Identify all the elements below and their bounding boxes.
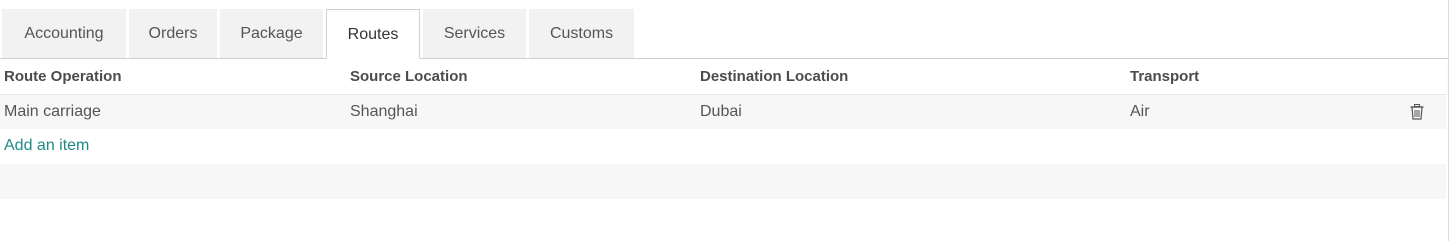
empty-row	[0, 164, 1446, 199]
cell-transport[interactable]: Air	[1130, 103, 1150, 121]
add-item-row: Add an item	[0, 129, 1446, 164]
tab-customs[interactable]: Customs	[529, 9, 634, 58]
tab-package[interactable]: Package	[220, 9, 323, 58]
table-row[interactable]: Main carriage Shanghai Dubai Air	[0, 95, 1446, 129]
column-header-transport[interactable]: Transport	[1130, 68, 1199, 85]
cell-destination-location[interactable]: Dubai	[700, 103, 742, 121]
add-item-link[interactable]: Add an item	[4, 137, 89, 155]
column-header-destination-location[interactable]: Destination Location	[700, 68, 848, 85]
tab-services[interactable]: Services	[423, 9, 526, 58]
tab-orders[interactable]: Orders	[129, 9, 217, 58]
tab-accounting[interactable]: Accounting	[2, 9, 126, 58]
table-header: Route Operation Source Location Destinat…	[0, 59, 1446, 95]
tab-routes[interactable]: Routes	[326, 9, 420, 59]
routes-form-section: Accounting Orders Package Routes Service…	[0, 0, 1454, 241]
scroll-edge	[1448, 0, 1449, 241]
tabs-divider	[0, 58, 1448, 59]
cell-route-operation[interactable]: Main carriage	[4, 103, 101, 121]
cell-source-location[interactable]: Shanghai	[350, 103, 418, 121]
column-header-source-location[interactable]: Source Location	[350, 68, 468, 85]
notebook-tabs: Accounting Orders Package Routes Service…	[2, 9, 634, 59]
trash-icon[interactable]	[1410, 104, 1424, 120]
column-header-route-operation[interactable]: Route Operation	[4, 68, 122, 85]
routes-table: Route Operation Source Location Destinat…	[0, 59, 1446, 199]
